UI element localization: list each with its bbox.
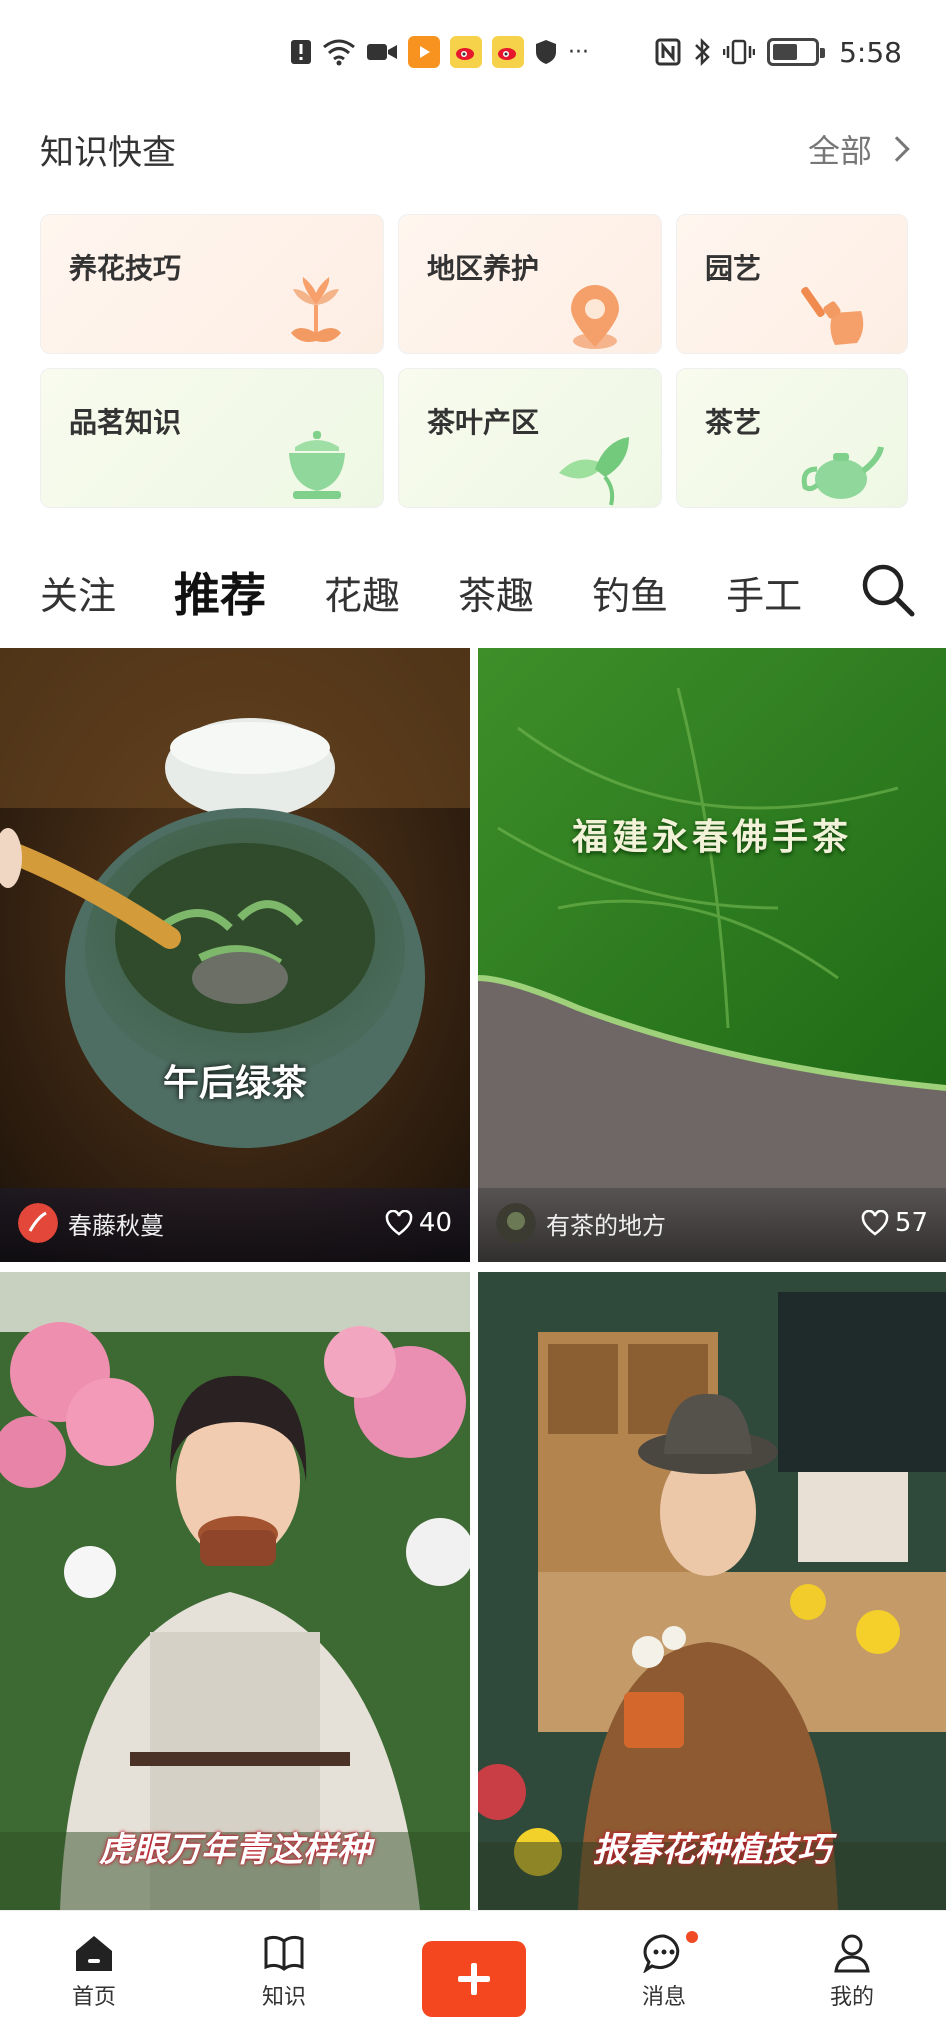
knowledge-card-flower-tips[interactable]: 养花技巧	[40, 214, 384, 354]
author[interactable]: 春藤秋蔓	[18, 1203, 164, 1243]
weibo-icon-2	[492, 36, 524, 68]
author-name: 有茶的地方	[546, 1211, 666, 1240]
tab-tea[interactable]: 茶趣	[458, 565, 534, 620]
book-icon	[264, 1935, 304, 1971]
nav-home[interactable]: 首页	[44, 1933, 144, 2011]
tea-leaf-icon	[559, 437, 629, 506]
knowledge-card-label: 养花技巧	[69, 252, 182, 285]
nav-messages-label: 消息	[641, 1985, 686, 2010]
nav-messages[interactable]: 消息	[614, 1931, 714, 2011]
author[interactable]: 有茶的地方	[496, 1203, 666, 1243]
vibrate-icon	[723, 35, 756, 69]
like-button[interactable]: 57	[861, 1208, 928, 1238]
knowledge-card-tea-regions[interactable]: 茶叶产区	[398, 368, 662, 508]
feed-card-footer: 有茶的地方 57	[478, 1184, 946, 1262]
tab-recommend[interactable]: 推荐	[174, 559, 266, 625]
feed-card[interactable]: 报春花种植技巧	[478, 1272, 946, 1910]
profile-icon	[834, 1934, 870, 1973]
plus-icon	[458, 1963, 490, 1995]
play-app-icon	[408, 36, 440, 68]
shield-icon	[534, 35, 558, 69]
feed-thumbnail-gardener-woman	[0, 1272, 470, 1910]
notification-dot	[686, 1931, 698, 1943]
view-all-link[interactable]: 全部	[807, 126, 910, 172]
teapot-icon	[801, 446, 884, 499]
nav-home-label: 首页	[71, 1985, 116, 2010]
tea-bowl-icon	[289, 431, 345, 499]
knowledge-title: 知识快查	[40, 132, 176, 173]
alert-icon	[290, 35, 312, 69]
video-icon	[366, 35, 398, 69]
nav-mine-label: 我的	[829, 1985, 874, 2010]
more-icon: ···	[568, 39, 589, 65]
author-name: 春藤秋蔓	[68, 1211, 164, 1240]
category-tabs: 关注 推荐 花趣 茶趣 钓鱼 手工	[40, 552, 910, 632]
feed-card[interactable]: 午后绿茶 春藤秋蔓 40	[0, 648, 470, 1262]
feed-caption: 报春花种植技巧	[593, 1830, 831, 1870]
home-icon	[76, 1936, 112, 1971]
battery-icon	[767, 38, 826, 66]
knowledge-card-label: 园艺	[705, 252, 762, 285]
bottom-nav: 首页 知识 消息 我的	[0, 1910, 946, 2037]
feed-card-footer: 春藤秋蔓 40	[0, 1184, 470, 1262]
knowledge-card-gardening[interactable]: 园艺	[676, 214, 908, 354]
chevron-right-icon	[884, 136, 910, 162]
tab-handcraft[interactable]: 手工	[726, 565, 802, 620]
tab-flowers[interactable]: 花趣	[324, 565, 400, 620]
knowledge-card-label: 茶艺	[705, 406, 762, 439]
nfc-icon	[655, 35, 681, 69]
wifi-icon	[322, 35, 356, 69]
knowledge-card-tea-tasting[interactable]: 品茗知识	[40, 368, 384, 508]
feed-thumbnail-gardener-man	[478, 1272, 946, 1910]
feed-caption: 福建永春佛手茶	[571, 817, 852, 858]
create-post-button[interactable]	[422, 1941, 526, 2017]
feed-caption: 虎眼万年青这样种	[99, 1830, 371, 1870]
knowledge-header: 知识快查 全部	[40, 124, 910, 174]
knowledge-card-label: 品茗知识	[69, 406, 182, 439]
flower-icon	[291, 277, 341, 342]
location-pin-icon	[571, 285, 619, 349]
avatar	[496, 1203, 536, 1243]
shovel-icon	[801, 286, 864, 345]
search-icon[interactable]	[858, 560, 918, 620]
knowledge-card-regional-care[interactable]: 地区养护	[398, 214, 662, 354]
like-count: 40	[418, 1208, 452, 1238]
like-button[interactable]: 40	[385, 1208, 452, 1238]
knowledge-card-label: 地区养护	[427, 252, 540, 285]
feed-card[interactable]: 福建永春佛手茶 有茶的地方 57	[478, 648, 946, 1262]
nav-knowledge[interactable]: 知识	[234, 1933, 334, 2011]
heart-icon	[385, 1210, 413, 1236]
status-bar: ··· 5:58	[0, 0, 946, 104]
feed-thumbnail-green-tea	[0, 648, 470, 1262]
feed-caption: 午后绿茶	[162, 1063, 307, 1104]
status-icons: ···	[290, 30, 589, 74]
tab-fishing[interactable]: 钓鱼	[592, 565, 668, 620]
bluetooth-icon	[693, 35, 711, 69]
feed-thumbnail-leaf-tea	[478, 648, 946, 1262]
weibo-icon	[450, 36, 482, 68]
knowledge-card-label: 茶叶产区	[427, 406, 540, 439]
status-time: 5:58	[839, 35, 902, 69]
nav-knowledge-label: 知识	[261, 1985, 306, 2010]
chat-icon	[643, 1934, 680, 1973]
heart-icon	[861, 1210, 889, 1236]
view-all-label: 全部	[807, 132, 872, 170]
tab-follow[interactable]: 关注	[40, 565, 116, 620]
nav-mine[interactable]: 我的	[802, 1933, 902, 2011]
feed-card[interactable]: 虎眼万年青这样种	[0, 1272, 470, 1910]
status-right: 5:58	[655, 30, 902, 74]
knowledge-card-tea-art[interactable]: 茶艺	[676, 368, 908, 508]
avatar	[18, 1203, 58, 1243]
like-count: 57	[894, 1208, 928, 1238]
